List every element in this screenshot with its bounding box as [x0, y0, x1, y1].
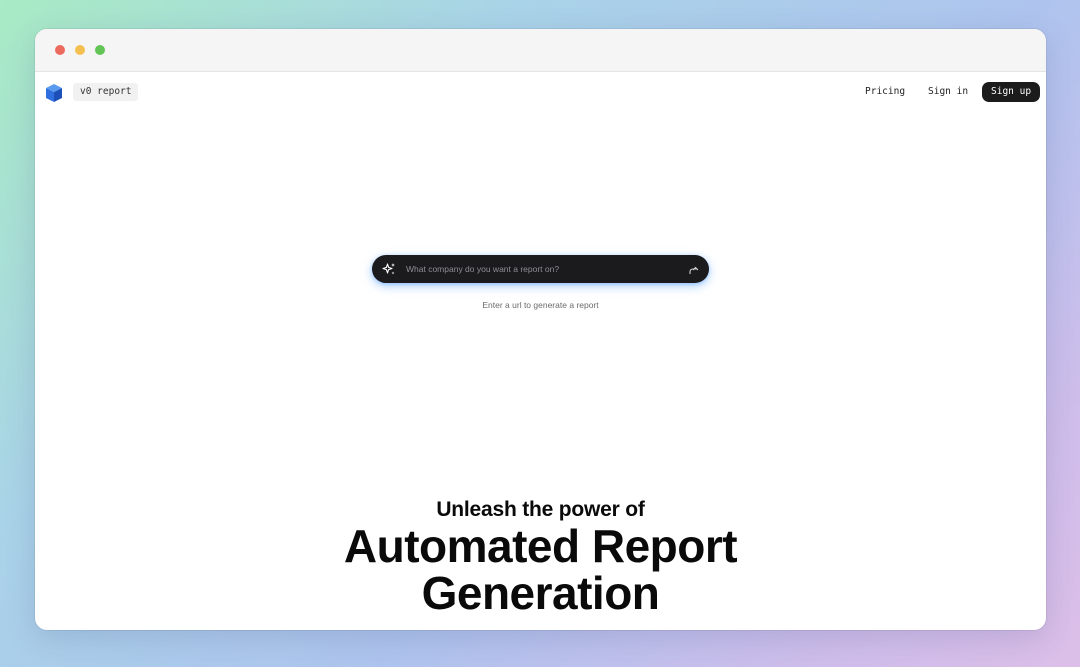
arrow-up-icon[interactable]: [688, 263, 699, 275]
close-window-button[interactable]: [55, 45, 65, 55]
top-navbar: v0 report Pricing Sign in Sign up: [35, 72, 1046, 112]
signup-button[interactable]: Sign up: [982, 82, 1041, 102]
window-titlebar: [35, 29, 1046, 72]
nav-signin-link[interactable]: Sign in: [928, 83, 968, 101]
search-hint-text: Enter a url to generate a report: [482, 300, 599, 310]
company-search-bar[interactable]: [372, 255, 709, 283]
sparkle-icon: [382, 263, 395, 275]
minimize-window-button[interactable]: [75, 45, 85, 55]
hero-title: Automated Report Generation: [343, 520, 738, 619]
browser-window: v0 report Pricing Sign in Sign up Enter …: [35, 29, 1046, 630]
cube-logo-icon[interactable]: [46, 84, 62, 102]
brand-name[interactable]: v0 report: [73, 83, 139, 101]
hero-section: Unleash the power of Automated Report Ge…: [35, 497, 1046, 617]
company-search-input[interactable]: [406, 260, 676, 278]
nav-pricing-link[interactable]: Pricing: [865, 83, 905, 101]
maximize-window-button[interactable]: [95, 45, 105, 55]
